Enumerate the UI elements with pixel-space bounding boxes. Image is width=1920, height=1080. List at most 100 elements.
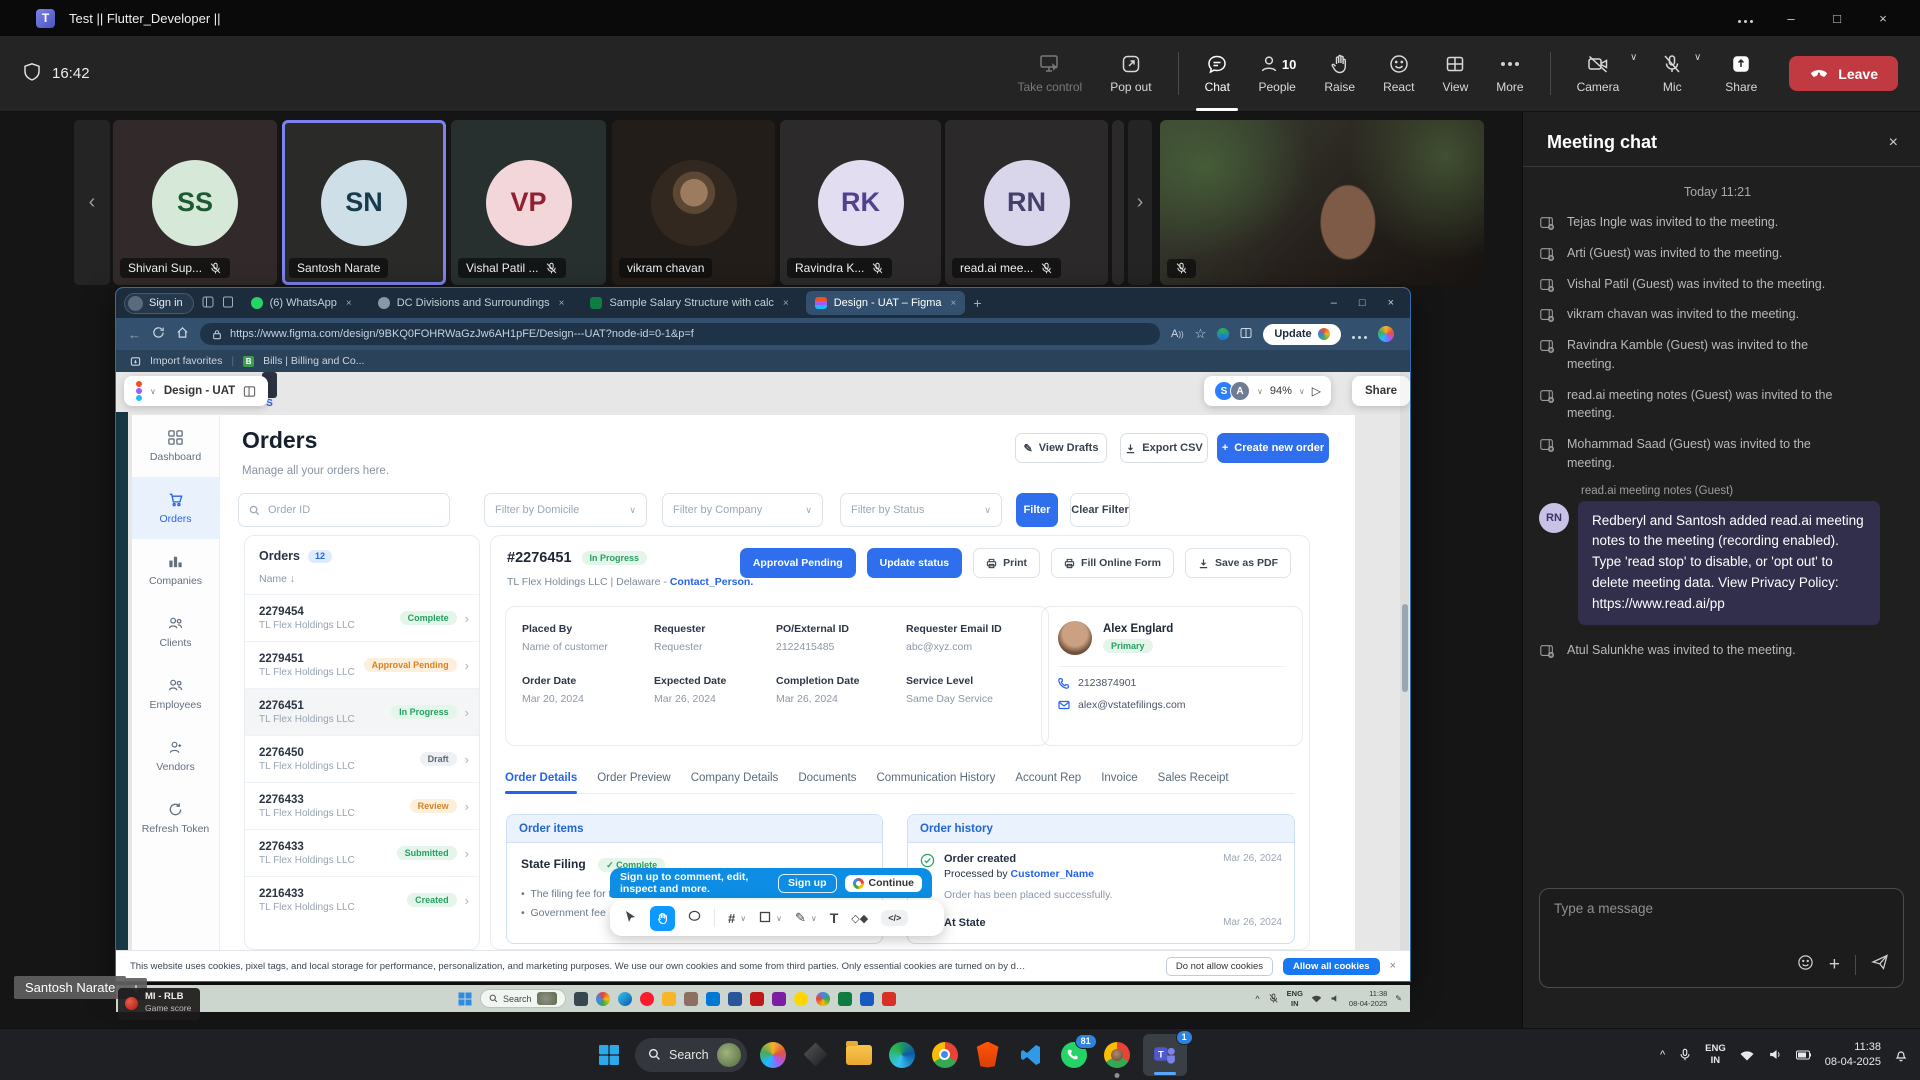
copilot-icon[interactable]: [756, 1038, 790, 1072]
shared-taskbar-app-icon[interactable]: [706, 992, 720, 1006]
name-column-header[interactable]: Name ↓: [245, 571, 479, 594]
shared-taskbar-app-icon[interactable]: [750, 992, 764, 1006]
shared-taskbar-app-icon[interactable]: [860, 992, 874, 1006]
start-button[interactable]: [592, 1038, 626, 1072]
page-scrollbar[interactable]: [1400, 372, 1409, 981]
browser-tab-salary-sheet[interactable]: Sample Salary Structure with calc×: [581, 291, 797, 315]
spotlight-participant-tile[interactable]: [1160, 120, 1484, 285]
component-tool-icon[interactable]: ◇◆: [851, 912, 868, 925]
shared-search-box[interactable]: Search: [480, 989, 566, 1008]
tab-order-details[interactable]: Order Details: [505, 772, 577, 784]
notifications-bell-icon[interactable]: [1894, 1048, 1908, 1062]
clear-filter-button[interactable]: Clear Filter: [1070, 493, 1130, 527]
sidebar-item-dashboard[interactable]: Dashboard: [132, 415, 219, 477]
layout-columns-icon[interactable]: [243, 385, 256, 398]
chat-button[interactable]: Chat: [1203, 36, 1232, 111]
url-field[interactable]: https://www.figma.com/design/9BKQ0FOHRWa…: [200, 323, 1160, 345]
raise-hand-button[interactable]: Raise: [1322, 36, 1357, 111]
home-icon[interactable]: [176, 326, 189, 342]
move-tool-icon[interactable]: [624, 910, 637, 927]
collaborator-avatar[interactable]: A: [1230, 381, 1250, 401]
shared-taskbar-app-icon[interactable]: [838, 992, 852, 1006]
teams-taskbar-icon[interactable]: T 1: [1143, 1034, 1187, 1076]
participant-tile[interactable]: VP Vishal Patil ...: [451, 120, 606, 285]
deny-cookies-button[interactable]: Do not allow cookies: [1166, 957, 1273, 976]
zoom-level[interactable]: 94%: [1270, 385, 1292, 397]
order-row[interactable]: 2216433TL Flex Holdings LLCCreated›: [245, 876, 479, 923]
chrome-icon[interactable]: [928, 1038, 962, 1072]
tab-close-icon[interactable]: ×: [951, 298, 957, 309]
shared-taskbar-app-icon[interactable]: [882, 992, 896, 1006]
tray-mic-icon[interactable]: [1678, 1048, 1692, 1062]
cookie-close-icon[interactable]: ×: [1390, 960, 1396, 972]
chrome-profile-icon[interactable]: [1100, 1038, 1134, 1072]
sidebar-item-orders[interactable]: Orders: [132, 477, 219, 539]
chevron-down-icon[interactable]: ∨: [1257, 387, 1263, 396]
extension-icon[interactable]: [1217, 328, 1229, 340]
view-drafts-button[interactable]: ✎View Drafts: [1015, 433, 1107, 463]
send-message-icon[interactable]: [1871, 953, 1889, 976]
camera-devices-chevron-icon[interactable]: ∨: [1630, 52, 1637, 63]
tab-invoice[interactable]: Invoice: [1101, 772, 1137, 784]
whatsapp-icon[interactable]: 81: [1057, 1038, 1091, 1072]
bookmark-bills[interactable]: Bills | Billing and Co...: [263, 355, 364, 367]
browser-minimize-icon[interactable]: –: [1331, 297, 1337, 309]
sidebar-item-vendors[interactable]: Vendors: [132, 725, 219, 787]
shared-language-indicator[interactable]: ENGIN: [1287, 989, 1303, 1008]
update-status-button[interactable]: Update status: [867, 548, 962, 578]
chevron-down-icon[interactable]: ∨: [150, 387, 156, 396]
participant-tile[interactable]: RN read.ai mee...: [945, 120, 1108, 285]
taskbar-clock[interactable]: 11:3808-04-2025: [1825, 1040, 1881, 1070]
refresh-icon[interactable]: [152, 326, 165, 342]
tab-close-icon[interactable]: ×: [559, 298, 565, 309]
print-button[interactable]: Print: [973, 548, 1040, 578]
emoji-icon[interactable]: [1797, 954, 1814, 976]
order-row[interactable]: 2276433TL Flex Holdings LLCReview›: [245, 782, 479, 829]
tab-documents[interactable]: Documents: [798, 772, 856, 784]
shared-taskbar-app-icon[interactable]: [640, 992, 654, 1006]
maximize-button[interactable]: □: [1814, 11, 1860, 26]
approval-pending-button[interactable]: Approval Pending: [740, 548, 856, 578]
strip-previous-button[interactable]: ‹: [74, 120, 110, 285]
edge-icon[interactable]: [885, 1038, 919, 1072]
shared-taskbar-app-icon[interactable]: [574, 992, 588, 1006]
chat-close-icon[interactable]: ×: [1889, 134, 1898, 152]
filter-button[interactable]: Filter: [1016, 493, 1058, 527]
browser-tab-figma-active[interactable]: Design - UAT – Figma×: [806, 291, 966, 315]
browser-maximize-icon[interactable]: □: [1359, 297, 1366, 309]
shared-taskbar-app-icon[interactable]: [728, 992, 742, 1006]
close-button[interactable]: ×: [1860, 11, 1906, 26]
chevron-down-icon[interactable]: ∨: [740, 914, 746, 923]
chat-message-input[interactable]: Type a message +: [1539, 888, 1904, 988]
shared-taskbar-app-icon[interactable]: [618, 992, 632, 1006]
vscode-icon[interactable]: [1014, 1038, 1048, 1072]
back-icon[interactable]: ←: [128, 327, 141, 342]
brave-icon[interactable]: [971, 1038, 1005, 1072]
allow-cookies-button[interactable]: Allow all cookies: [1283, 958, 1380, 975]
sidebar-item-refresh-token[interactable]: Refresh Token: [132, 787, 219, 849]
create-new-order-button[interactable]: +Create new order: [1217, 433, 1329, 463]
order-row[interactable]: 2276433TL Flex Holdings LLCSubmitted›: [245, 829, 479, 876]
new-tab-button[interactable]: +: [973, 295, 981, 311]
browser-more-icon[interactable]: [1352, 327, 1367, 342]
file-explorer-icon[interactable]: [842, 1038, 876, 1072]
tab-communication-history[interactable]: Communication History: [876, 772, 995, 784]
split-screen-icon[interactable]: [1240, 327, 1252, 342]
tray-chevron-icon[interactable]: ^: [1660, 1049, 1665, 1061]
contact-phone[interactable]: 2123874901: [1078, 677, 1136, 689]
leave-button[interactable]: Leave: [1789, 56, 1898, 91]
attach-plus-icon[interactable]: +: [1829, 955, 1840, 974]
participant-tile[interactable]: vikram chavan: [612, 120, 775, 285]
tab-account-rep[interactable]: Account Rep: [1015, 772, 1081, 784]
shared-taskbar-app-icon[interactable]: [596, 992, 610, 1006]
text-tool-icon[interactable]: T: [830, 910, 839, 926]
read-aloud-icon[interactable]: A)): [1171, 328, 1184, 340]
browser-update-button[interactable]: Update: [1263, 324, 1340, 345]
mic-devices-chevron-icon[interactable]: ∨: [1694, 52, 1701, 63]
minimize-button[interactable]: –: [1768, 11, 1814, 26]
order-row[interactable]: 2279454TL Flex Holdings LLCComplete›: [245, 594, 479, 641]
save-as-pdf-button[interactable]: Save as PDF: [1185, 548, 1291, 578]
volume-icon[interactable]: [1768, 1047, 1783, 1062]
shared-start-icon[interactable]: [458, 992, 472, 1006]
workspaces-icon[interactable]: [202, 296, 214, 311]
